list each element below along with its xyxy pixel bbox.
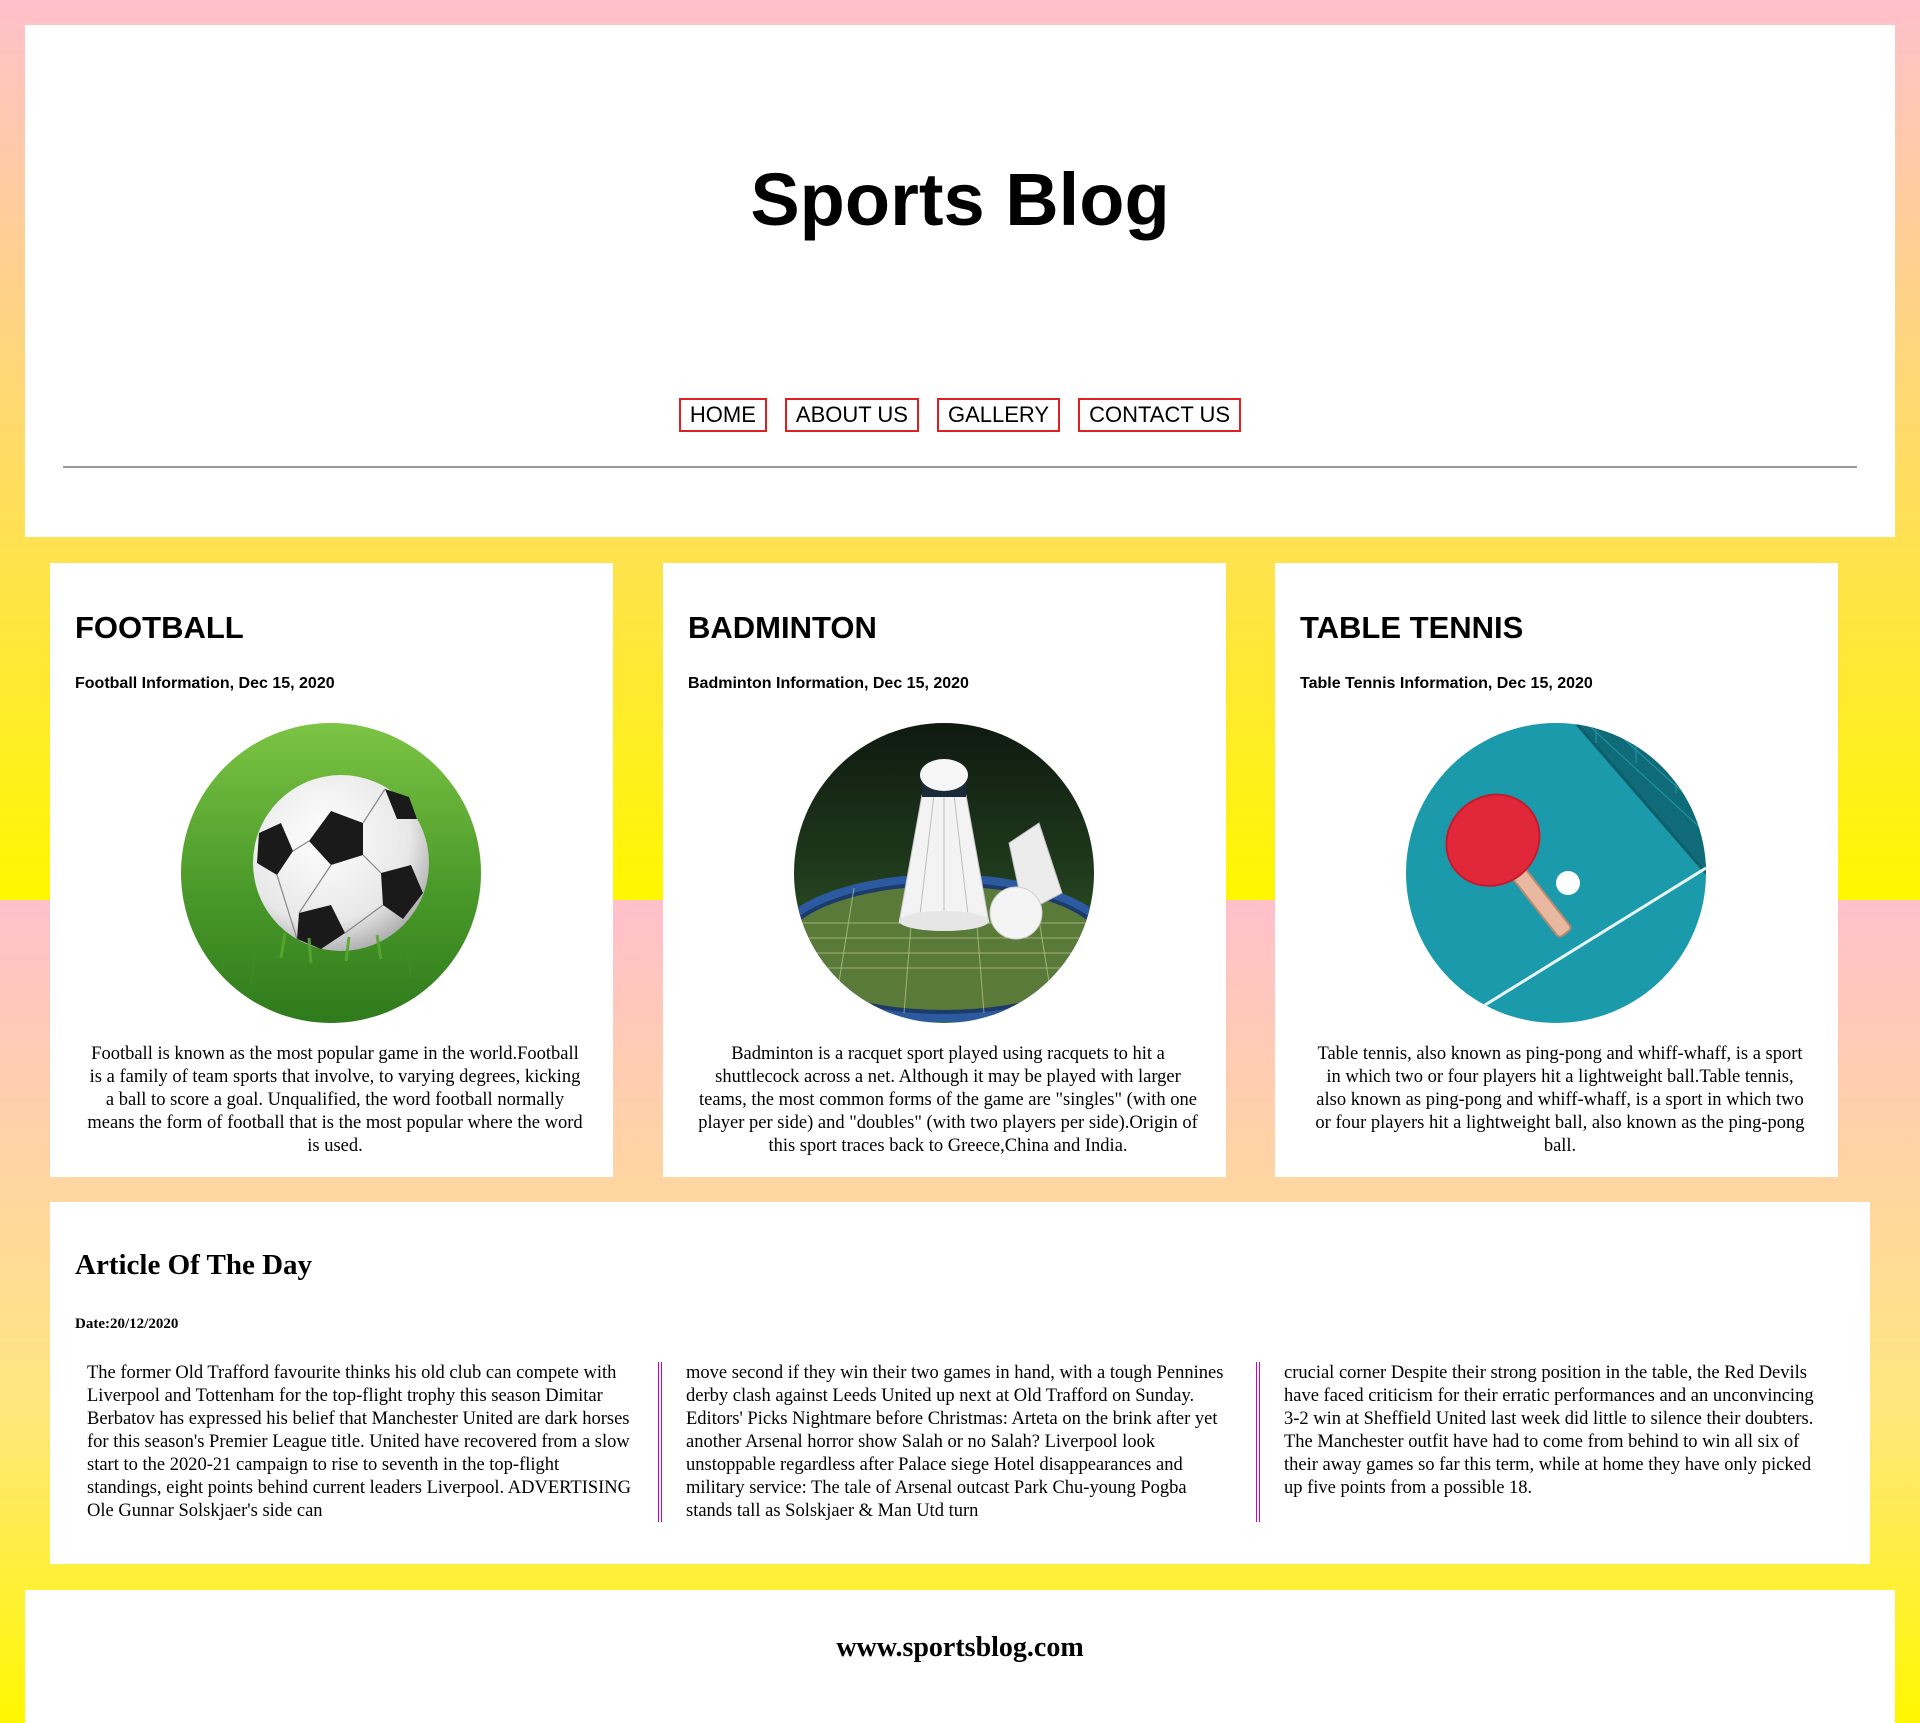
article-date: Date:20/12/2020 [75,1316,179,1332]
site-title: Sports Blog [750,158,1170,241]
column-divider [658,1362,662,1522]
card-badminton: BADMINTON Badminton Information, Dec 15,… [663,563,1226,1177]
card-title: TABLE TENNIS [1300,610,1524,645]
site-header: Sports Blog HOME ABOUT US GALLERY CONTAC… [25,25,1895,537]
shuttlecock-image [794,723,1094,1023]
card-title: BADMINTON [688,610,877,645]
footer-url: www.sportsblog.com [836,1632,1084,1663]
nav-home-link[interactable]: HOME [678,398,767,432]
card-meta: Football Information, Dec 15, 2020 [75,675,335,692]
card-text: Table tennis, also known as ping-pong an… [1315,1044,1805,1156]
header-divider [63,466,1857,468]
article-of-the-day: Article Of The Day Date:20/12/2020 The f… [50,1202,1870,1564]
ping-pong-paddle-image [1406,723,1706,1023]
article-title: Article Of The Day [75,1249,313,1281]
nav-gallery-link[interactable]: GALLERY [936,398,1061,432]
site-footer: www.sportsblog.com [25,1590,1895,1723]
card-meta: Table Tennis Information, Dec 15, 2020 [1300,675,1593,692]
main-nav: HOME ABOUT US GALLERY CONTACT US [25,398,1895,432]
article-column: The former Old Trafford favourite thinks… [87,1363,632,1521]
card-title: FOOTBALL [75,610,244,645]
article-column: crucial corner Despite their strong posi… [1284,1363,1814,1498]
card-text: Football is known as the most popular ga… [87,1044,583,1156]
soccer-ball-image [181,723,481,1023]
column-divider [1256,1362,1260,1522]
card-meta: Badminton Information, Dec 15, 2020 [688,675,969,692]
article-column: move second if they win their two games … [686,1363,1224,1521]
nav-contact-link[interactable]: CONTACT US [1078,398,1242,432]
card-table-tennis: TABLE TENNIS Table Tennis Information, D… [1275,563,1838,1177]
nav-about-link[interactable]: ABOUT US [784,398,919,432]
card-football: FOOTBALL Football Information, Dec 15, 2… [50,563,613,1177]
card-text: Badminton is a racquet sport played usin… [698,1044,1198,1156]
